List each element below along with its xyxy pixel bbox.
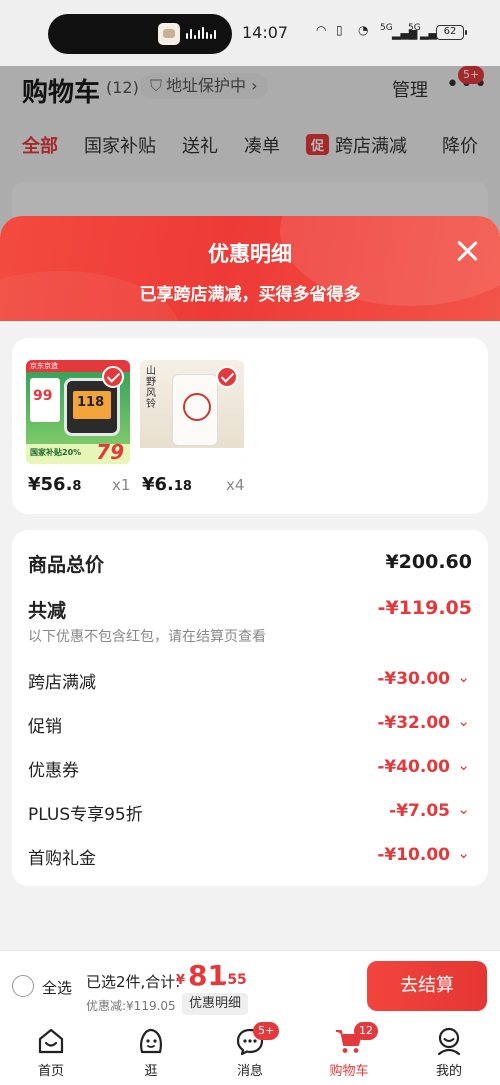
dynamic-island [48,14,232,54]
thumb-brand: 京东京造 [30,362,58,370]
total-price-label: 商品总价 [28,554,105,576]
product-price-int: ¥6. [142,474,174,495]
product-price: ¥6.18 [142,474,192,495]
product-thumbnail-beverage: 山野风铃 [140,360,244,464]
signal-bars-icon-2: ▂▄ [420,27,437,40]
red-packet-note: 以下优惠不包含红包，请在结算页查看 [28,629,266,645]
chevron-down-icon: ⌄ [457,844,470,862]
selected-check-icon [102,366,124,388]
total-amount-dec: .55 [222,972,247,988]
wifi-icon: ◔ [358,23,369,37]
discount-value: -¥40.00 [377,757,450,777]
discount-row-first-purchase[interactable]: 首购礼金 -¥10.00 ⌄ [28,844,472,874]
status-bar: 14:07 ◠ ▯ ◔ 5G ▂▄▆ 5G ▂▄ 62 [0,0,500,66]
close-icon[interactable] [452,236,482,266]
headphones-icon: ◠ [316,23,327,37]
tabbar-item-cart[interactable]: 12 购物车 [308,1020,388,1085]
checkout-bar: 全选 已选2件,合计: ¥ 81 .55 优惠减:¥119.05 优惠明细 去结… [0,950,500,1020]
product-price-dec: 8 [72,479,82,494]
browse-icon [140,1028,162,1054]
product-price-int: ¥56. [28,474,73,495]
total-reduce-value: -¥119.05 [377,597,472,619]
profile-icon [437,1027,461,1056]
selected-check-icon [216,366,238,388]
tabbar-label: 我的 [435,1064,462,1079]
tabbar-item-browse[interactable]: 逛 [110,1020,190,1085]
select-all-label[interactable]: 全选 [42,977,72,998]
discount-label: 跨店满减 [28,673,96,693]
discount-label: 首购礼金 [28,849,96,869]
discount-row-plus[interactable]: PLUS专享95折 -¥7.05 ⌄ [28,800,472,830]
tabbar-label: 购物车 [329,1064,369,1079]
discount-row-cross-store[interactable]: 跨店满减 -¥30.00 ⌄ [28,668,472,698]
tabbar-label: 逛 [144,1064,158,1079]
selected-count-text: 已选2件,合计: [86,973,181,991]
chevron-down-icon: ⌄ [457,800,470,818]
thumb-text: 山野风铃 [146,366,156,410]
discount-label: 促销 [28,717,62,737]
total-reduce-row: 共减 -¥119.05 [28,596,472,626]
battery-icon: 62 [436,25,467,40]
home-icon [38,1028,64,1054]
product-qty: x4 [226,476,245,494]
tabbar-label: 消息 [236,1064,263,1079]
thumb-discount: 99 [33,388,53,404]
signal-label-2: 5G [408,23,421,33]
discount-value: -¥10.00 [377,845,450,865]
thumb-price: 79 [96,440,124,464]
chevron-down-icon: ⌄ [457,668,470,686]
discount-detail-sheet: 优惠明细 已享跨店满减，买得多省得多 京东京造 99 118 国家补贴20% 7… [0,216,500,950]
discount-label: 优惠券 [28,761,79,781]
discount-value: -¥30.00 [377,669,450,689]
thumb-tag: 国家补贴20% [30,448,82,457]
total-reduce-label: 共减 [28,600,67,622]
now-playing-app-icon [158,23,180,45]
discount-value: -¥7.05 [389,801,450,821]
discount-row-coupon[interactable]: 优惠券 -¥40.00 ⌄ [28,756,472,786]
vibrate-icon: ▯ [336,23,343,37]
discount-value: -¥32.00 [377,713,450,733]
product-qty: x1 [112,476,131,494]
cart-badge: 12 [354,1022,378,1040]
thumb-screen-reading: 118 [77,395,105,410]
tabbar-item-home[interactable]: 首页 [10,1020,90,1085]
tabbar-item-messages[interactable]: 5+ 消息 [209,1020,289,1085]
chevron-down-icon: ⌄ [457,756,470,774]
discount-row-promotion[interactable]: 促销 -¥32.00 ⌄ [28,712,472,742]
product-thumbnail-blood-pressure-monitor: 京东京造 99 118 国家补贴20% 79 [26,360,130,464]
product-price: ¥56.8 [28,474,81,495]
saved-amount: 优惠减:¥119.05 [86,999,176,1013]
product-price-dec: 18 [173,479,192,494]
sheet-subtitle: 已享跨店满减，买得多省得多 [139,285,361,305]
sheet-title: 优惠明细 [208,242,292,266]
tabbar-label: 首页 [37,1064,64,1079]
total-currency: ¥ [176,973,186,988]
chevron-down-icon: ⌄ [457,712,470,730]
selected-products-card: 京东京造 99 118 国家补贴20% 79 ¥56.8 x1 山野风铃 ¥6.… [12,338,488,514]
discount-detail-button[interactable]: 优惠明细 [182,993,249,1015]
total-price-value: ¥200.60 [385,551,472,573]
price-summary-card: 商品总价 ¥200.60 共减 -¥119.05 以下优惠不包含红包，请在结算页… [12,530,488,886]
total-price-row: 商品总价 ¥200.60 [28,550,472,580]
discount-label: PLUS专享95折 [28,805,143,825]
checkout-button[interactable]: 去结算 [367,961,487,1011]
audio-waveform-icon [186,26,220,42]
bottom-tab-bar: 首页 逛 5+ 消息 12 购物车 我的 [0,1020,500,1085]
status-time: 14:07 [242,23,289,42]
tabbar-item-profile[interactable]: 我的 [408,1020,488,1085]
sheet-header: 优惠明细 已享跨店满减，买得多省得多 [0,216,500,391]
messages-badge: 5+ [253,1022,280,1040]
select-all-checkbox[interactable] [12,975,34,997]
signal-label-1: 5G [380,23,393,33]
